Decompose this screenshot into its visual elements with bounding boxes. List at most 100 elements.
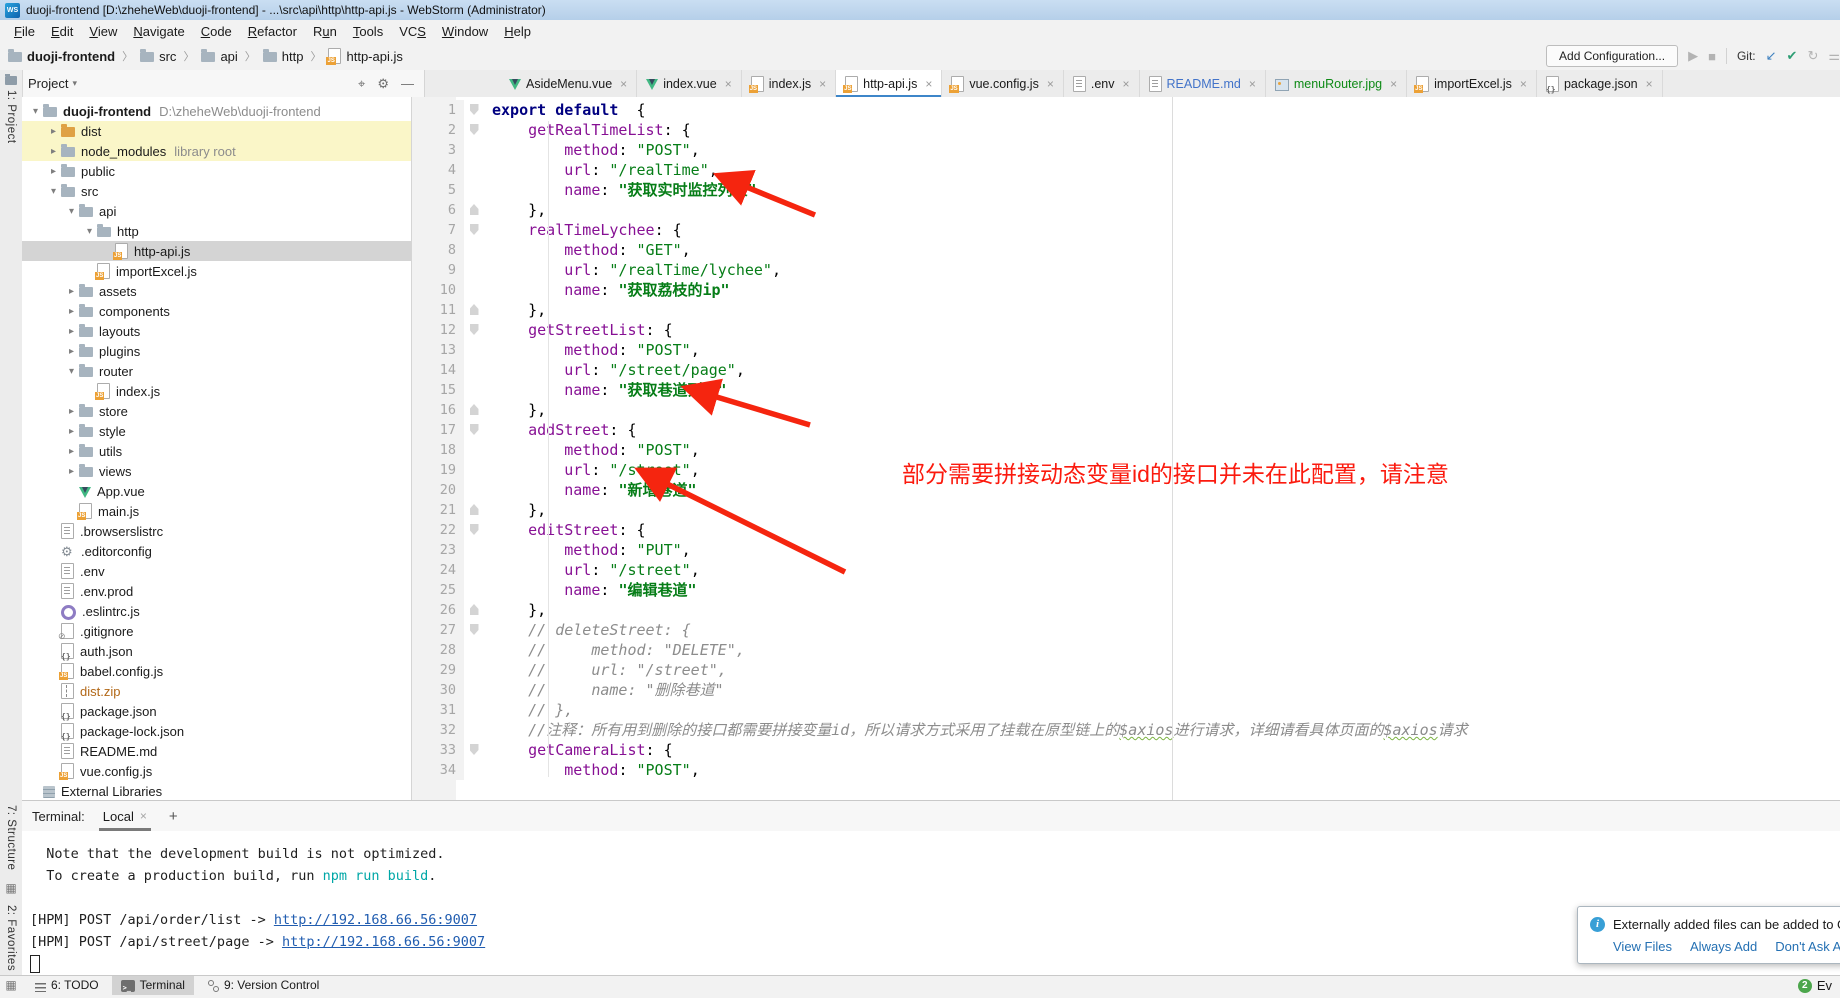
tree-row[interactable]: ▸style xyxy=(22,421,411,441)
close-icon[interactable]: × xyxy=(1520,77,1527,91)
editor-tab[interactable]: vue.config.js× xyxy=(942,70,1064,97)
editor-tab[interactable]: index.vue× xyxy=(637,70,742,97)
toolwindow-button-terminal[interactable]: Terminal xyxy=(112,976,194,995)
close-icon[interactable]: × xyxy=(140,809,147,823)
fold-marker-icon[interactable] xyxy=(464,300,484,320)
tree-row[interactable]: ▸plugins xyxy=(22,341,411,361)
editor-tab[interactable]: package.json× xyxy=(1537,70,1663,97)
fold-marker-icon[interactable] xyxy=(464,420,484,440)
add-configuration-button[interactable]: Add Configuration... xyxy=(1546,45,1678,67)
tree-row[interactable]: package-lock.json xyxy=(22,721,411,741)
chevron-down-icon[interactable]: ▾ xyxy=(46,186,61,197)
tree-row[interactable]: auth.json xyxy=(22,641,411,661)
tree-row[interactable]: ▾api xyxy=(22,201,411,221)
stripe-project-button[interactable]: 1: Project xyxy=(5,90,17,144)
chevron-right-icon[interactable]: ▸ xyxy=(64,306,79,317)
editor-tab[interactable]: AsideMenu.vue× xyxy=(500,70,637,97)
chevron-down-icon[interactable]: ▾ xyxy=(72,78,77,89)
terminal-link[interactable]: http://192.168.66.56:9007 xyxy=(282,934,485,950)
toolwindow-button-9-version-control[interactable]: 9: Version Control xyxy=(198,976,328,995)
tree-row[interactable]: ▸dist xyxy=(22,121,411,141)
chevron-right-icon[interactable]: ▸ xyxy=(64,346,79,357)
code-area[interactable]: 1export default {2 getRealTimeList: {3 m… xyxy=(412,97,1840,800)
terminal-link[interactable]: http://192.168.66.56:9007 xyxy=(274,912,477,928)
chevron-right-icon[interactable]: ▸ xyxy=(64,286,79,297)
settings-icon[interactable]: ⚙ xyxy=(373,76,393,92)
chevron-right-icon[interactable]: ▸ xyxy=(64,326,79,337)
chevron-right-icon[interactable]: ▸ xyxy=(46,146,61,157)
fold-glyph[interactable] xyxy=(470,224,479,235)
menu-view[interactable]: View xyxy=(81,22,125,41)
run-icon[interactable]: ▶ xyxy=(1688,48,1698,64)
history-icon[interactable]: ↻ xyxy=(1807,48,1818,64)
update-project-icon[interactable]: ↙ xyxy=(1766,48,1777,64)
close-icon[interactable]: × xyxy=(725,77,732,91)
terminal-output[interactable]: Note that the development build is not o… xyxy=(22,831,1840,975)
menu-refactor[interactable]: Refactor xyxy=(240,22,305,41)
fold-marker-icon[interactable] xyxy=(464,200,484,220)
fold-glyph[interactable] xyxy=(470,324,479,335)
fold-glyph[interactable] xyxy=(470,504,479,515)
chevron-right-icon[interactable]: ▸ xyxy=(46,166,61,177)
fold-marker-icon[interactable] xyxy=(464,120,484,140)
commit-icon[interactable]: ✔ xyxy=(1787,48,1798,64)
chevron-down-icon[interactable]: ▾ xyxy=(64,206,79,217)
tree-row[interactable]: ▸node_moduleslibrary root xyxy=(22,141,411,161)
tree-row[interactable]: ▸components xyxy=(22,301,411,321)
stop-icon[interactable]: ■ xyxy=(1708,49,1716,64)
tree-row[interactable]: README.md xyxy=(22,741,411,761)
project-toolwindow-header[interactable]: Project ▾ ⌖ ⚙ — xyxy=(22,70,425,97)
editor-pane[interactable]: 1export default {2 getRealTimeList: {3 m… xyxy=(412,97,1840,800)
menu-help[interactable]: Help xyxy=(496,22,539,41)
tree-row[interactable]: babel.config.js xyxy=(22,661,411,681)
event-log-label[interactable]: Ev xyxy=(1817,978,1832,993)
stripe-structure-button[interactable]: 7: Structure xyxy=(5,805,17,870)
fold-glyph[interactable] xyxy=(470,744,479,755)
tree-row[interactable]: .editorconfig xyxy=(22,541,411,561)
close-icon[interactable]: × xyxy=(819,77,826,91)
editor-tab[interactable]: .env× xyxy=(1064,70,1140,97)
menu-file[interactable]: File xyxy=(6,22,43,41)
fold-glyph[interactable] xyxy=(470,124,479,135)
tree-row[interactable]: App.vue xyxy=(22,481,411,501)
close-icon[interactable]: × xyxy=(1047,77,1054,91)
notification-count-badge[interactable]: 2 xyxy=(1798,979,1812,993)
menu-window[interactable]: Window xyxy=(434,22,496,41)
editor-tab[interactable]: http-api.js× xyxy=(836,70,942,97)
tree-row[interactable]: package.json xyxy=(22,701,411,721)
fold-glyph[interactable] xyxy=(470,104,479,115)
terminal-tab[interactable]: Local× xyxy=(99,801,151,831)
clipped-icon[interactable]: ⚌ xyxy=(1828,48,1840,64)
fold-marker-icon[interactable] xyxy=(464,400,484,420)
fold-glyph[interactable] xyxy=(470,404,479,415)
menu-navigate[interactable]: Navigate xyxy=(125,22,192,41)
fold-marker-icon[interactable] xyxy=(464,500,484,520)
tree-row[interactable]: .eslintrc.js xyxy=(22,601,411,621)
stripe-favorites-button[interactable]: 2: Favorites xyxy=(5,905,17,971)
fold-glyph[interactable] xyxy=(470,304,479,315)
tree-row[interactable]: ▸layouts xyxy=(22,321,411,341)
chevron-right-icon[interactable]: ▸ xyxy=(64,426,79,437)
toolwindow-button-6-todo[interactable]: 6: TODO xyxy=(26,976,108,995)
tree-row[interactable]: vue.config.js xyxy=(22,761,411,781)
tree-row[interactable]: External Libraries xyxy=(22,781,411,800)
close-icon[interactable]: × xyxy=(925,77,932,91)
fold-marker-icon[interactable] xyxy=(464,740,484,760)
menu-edit[interactable]: Edit xyxy=(43,22,81,41)
editor-tab[interactable]: menuRouter.jpg× xyxy=(1266,70,1407,97)
menu-vcs[interactable]: VCS xyxy=(391,22,434,41)
new-terminal-icon[interactable]: + xyxy=(165,808,182,825)
close-icon[interactable]: × xyxy=(620,77,627,91)
tree-row[interactable]: ▸utils xyxy=(22,441,411,461)
tree-row[interactable]: ▾http xyxy=(22,221,411,241)
fold-glyph[interactable] xyxy=(470,204,479,215)
breadcrumb-item[interactable]: api xyxy=(220,49,237,64)
tree-row[interactable]: dist.zip xyxy=(22,681,411,701)
tree-row[interactable]: ▸store xyxy=(22,401,411,421)
toolwindow-switcher-icon[interactable]: ▦ xyxy=(0,976,22,995)
tree-row[interactable]: ▾src xyxy=(22,181,411,201)
fold-marker-icon[interactable] xyxy=(464,620,484,640)
chevron-right-icon[interactable]: ▸ xyxy=(64,466,79,477)
fold-marker-icon[interactable] xyxy=(464,100,484,120)
fold-glyph[interactable] xyxy=(470,624,479,635)
